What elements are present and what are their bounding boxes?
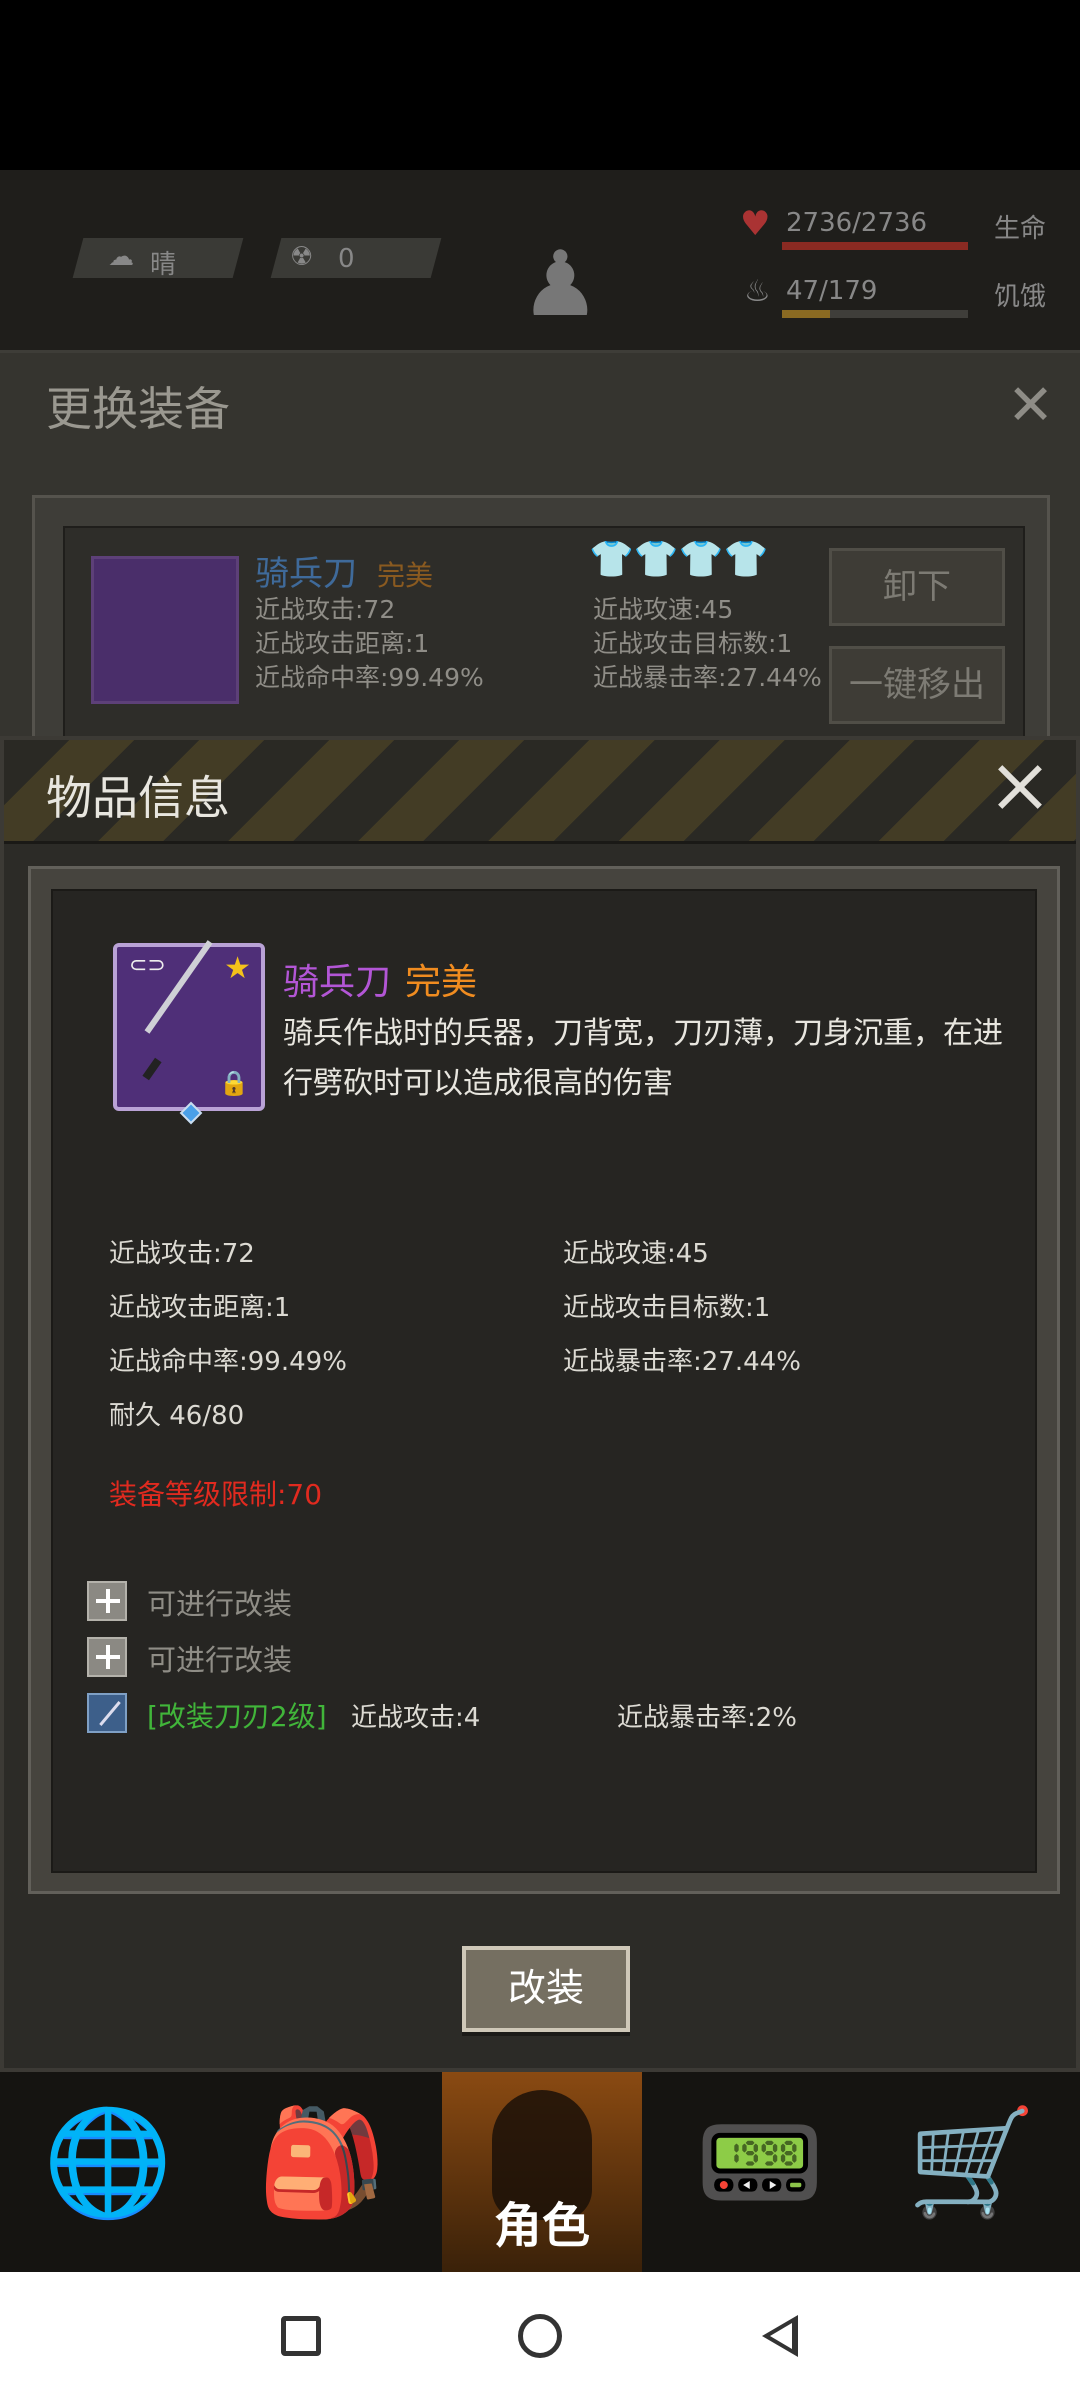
close-icon[interactable] bbox=[986, 754, 1054, 822]
tab-world[interactable]: 🌐 bbox=[8, 2072, 208, 2272]
equipped-item-name: 骑兵刀 bbox=[255, 554, 357, 594]
equipped-stat: 近战暴击率:27.44% bbox=[593, 663, 822, 692]
hp-label: 生命 bbox=[994, 214, 1047, 244]
equipped-stat: 近战攻速:45 bbox=[593, 595, 734, 624]
stat-melee-crit-rate: 近战暴击率:27.44% bbox=[563, 1347, 801, 1377]
stat-melee-range: 近战攻击距离:1 bbox=[109, 1293, 291, 1323]
hp-bar bbox=[782, 242, 968, 250]
home-icon[interactable] bbox=[518, 2314, 562, 2358]
mod-slot-2[interactable]: 可进行改装 bbox=[87, 1637, 487, 1679]
installed-mod-stat: 近战暴击率:2% bbox=[617, 1703, 798, 1733]
hunger-bar bbox=[782, 310, 968, 318]
armor-slots-icon: 👕👕👕👕 bbox=[589, 539, 769, 580]
stat-melee-speed: 近战攻速:45 bbox=[563, 1239, 709, 1269]
hunger-value: 47/179 bbox=[786, 276, 878, 306]
gem-icon bbox=[179, 1101, 203, 1125]
radiation-value: 0 bbox=[338, 244, 355, 274]
tab-inventory[interactable]: 🎒 bbox=[222, 2072, 422, 2272]
unequip-button[interactable]: 卸下 bbox=[829, 548, 1005, 626]
weather-icon: ☁ bbox=[108, 242, 134, 272]
saber-hilt bbox=[142, 1057, 162, 1081]
equipped-item-quality: 完美 bbox=[377, 559, 434, 592]
mod-slot-installed[interactable]: [改装刀刃2级] 近战攻击:4 近战暴击率:2% bbox=[87, 1693, 987, 1735]
level-requirement: 装备等级限制:70 bbox=[109, 1478, 323, 1511]
plus-icon bbox=[87, 1637, 127, 1677]
stat-melee-hit-rate: 近战命中率:99.49% bbox=[109, 1347, 347, 1377]
stat-durability: 耐久 46/80 bbox=[109, 1401, 245, 1431]
change-equipment-window: 更换装备 ✕ 骑兵刀 完美 近战攻击:72 近战攻速:45 近战攻击距离:1 近… bbox=[0, 350, 1080, 806]
installed-mod-name: [改装刀刃2级] bbox=[147, 1700, 327, 1733]
screen: ☁ 晴 ☢ 0 ♟ ♥ 2736/2736 生命 ♨ 47/179 饥饿 更换装… bbox=[0, 0, 1080, 2400]
bottom-tab-bar: 🌐 🎒 角色 📟 🛒 bbox=[0, 2072, 1080, 2272]
info-panel: ⊂⊃ ★ 🔒 骑兵刀 完美 骑兵作战时的兵器，刀背宽，刀刃薄，刀身沉重，在进行劈… bbox=[28, 866, 1060, 1894]
weather-text: 晴 bbox=[150, 250, 177, 280]
equip-window-title: 更换装备 bbox=[46, 382, 230, 436]
modify-button[interactable]: 改装 bbox=[462, 1946, 630, 2032]
dialog-title: 物品信息 bbox=[46, 771, 230, 825]
hunger-label: 饥饿 bbox=[994, 282, 1047, 312]
link-icon: ⊂⊃ bbox=[129, 953, 166, 978]
equipped-stat: 近战攻击:72 bbox=[255, 595, 396, 624]
status-hud: ☁ 晴 ☢ 0 ♟ ♥ 2736/2736 生命 ♨ 47/179 饥饿 bbox=[0, 170, 1080, 350]
stat-melee-attack: 近战攻击:72 bbox=[109, 1239, 255, 1269]
mod-slot-label: 可进行改装 bbox=[147, 1587, 293, 1621]
remove-all-button[interactable]: 一键移出 bbox=[829, 646, 1005, 724]
radio-icon: 📟 bbox=[695, 2101, 825, 2223]
recent-apps-icon[interactable] bbox=[281, 2316, 321, 2356]
backpack-icon: 🎒 bbox=[257, 2101, 387, 2223]
equipped-stat: 近战攻击目标数:1 bbox=[593, 629, 793, 658]
globe-icon: 🌐 bbox=[43, 2101, 173, 2223]
item-description: 骑兵作战时的兵器，刀背宽，刀刃薄，刀身沉重，在进行劈砍时可以造成很高的伤害 bbox=[283, 1016, 1003, 1101]
equipped-stat: 近战命中率:99.49% bbox=[255, 663, 484, 692]
mod-slot-1[interactable]: 可进行改装 bbox=[87, 1581, 487, 1623]
blade-mod-icon bbox=[87, 1693, 127, 1733]
equipped-stat: 近战攻击距离:1 bbox=[255, 629, 430, 658]
mod-slot-label: 可进行改装 bbox=[147, 1643, 293, 1677]
installed-mod-stat: 近战攻击:4 bbox=[351, 1703, 481, 1733]
tab-radio[interactable]: 📟 bbox=[660, 2072, 860, 2272]
item-quality: 完美 bbox=[405, 962, 478, 1003]
info-content: ⊂⊃ ★ 🔒 骑兵刀 完美 骑兵作战时的兵器，刀背宽，刀刃薄，刀身沉重，在进行劈… bbox=[51, 889, 1037, 1873]
star-icon: ★ bbox=[224, 951, 251, 986]
stat-melee-targets: 近战攻击目标数:1 bbox=[563, 1293, 771, 1323]
radiation-icon: ☢ bbox=[290, 242, 314, 272]
tab-character[interactable]: 角色 bbox=[442, 2072, 642, 2272]
item-info-dialog: 物品信息 ⊂⊃ ★ 🔒 骑兵刀 完美 骑兵作战时的兵器，刀背宽，刀刃薄，刀身沉重… bbox=[0, 736, 1080, 2072]
dialog-header: 物品信息 bbox=[4, 740, 1076, 844]
lock-icon: 🔒 bbox=[219, 1069, 249, 1097]
equip-close-icon[interactable]: ✕ bbox=[1007, 373, 1054, 438]
hp-value: 2736/2736 bbox=[786, 208, 928, 238]
plus-icon bbox=[87, 1581, 127, 1621]
tab-character-label: 角色 bbox=[493, 2198, 590, 2254]
system-nav-bar bbox=[0, 2272, 1080, 2400]
back-icon[interactable] bbox=[762, 2315, 798, 2357]
cart-icon: 🛒 bbox=[907, 2101, 1037, 2223]
body-figure-icon[interactable]: ♟ bbox=[520, 232, 601, 337]
tab-shop[interactable]: 🛒 bbox=[872, 2072, 1072, 2272]
item-name: 骑兵刀 bbox=[283, 962, 392, 1003]
stomach-icon: ♨ bbox=[744, 274, 771, 309]
equipped-item-icon[interactable] bbox=[91, 556, 239, 704]
item-icon[interactable]: ⊂⊃ ★ 🔒 bbox=[113, 940, 265, 1125]
heart-icon: ♥ bbox=[740, 204, 771, 244]
